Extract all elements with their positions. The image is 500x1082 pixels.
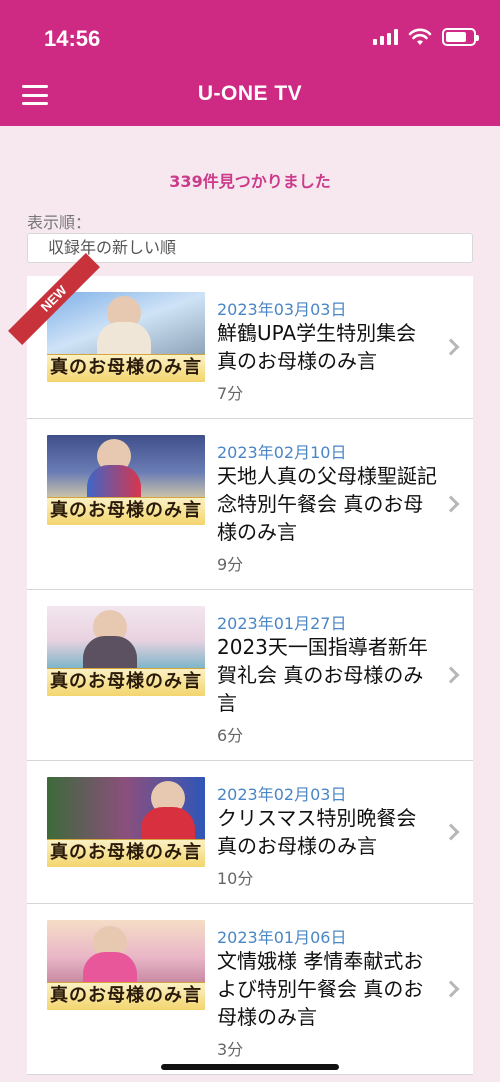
home-indicator[interactable]: [161, 1064, 339, 1070]
chevron-right-icon: [442, 823, 460, 841]
item-duration: 7分: [217, 384, 244, 403]
chevron-right-icon: [442, 495, 460, 513]
video-list: NEW 真のお母様のみ言 2023年03月03日 鮮鶴UPA学生特別集会 真のお…: [8, 253, 473, 1075]
app-title: U-ONE TV: [197, 82, 303, 105]
video-thumbnail: 真のお母様のみ言: [47, 777, 205, 867]
video-list-item[interactable]: NEW 真のお母様のみ言 2023年03月03日 鮮鶴UPA学生特別集会 真のお…: [8, 253, 473, 419]
chevron-right-icon: [442, 980, 460, 998]
item-duration: 6分: [217, 726, 244, 745]
app-header: 14:56 U-ONE TV: [0, 0, 500, 126]
item-title: 天地人真の父母様聖誕記念特別午餐会 真のお母様のみ言: [217, 464, 437, 544]
item-date: 2023年01月27日: [217, 614, 347, 633]
wifi-icon: [408, 28, 432, 45]
sort-label: 表示順：: [27, 213, 92, 232]
thumbnail-caption: 真のお母様のみ言: [47, 839, 205, 867]
thumbnail-caption: 真のお母様のみ言: [47, 668, 205, 696]
item-title: 文情娥様 孝情奉献式および特別午餐会 真のお母様のみ言: [217, 949, 424, 1029]
item-date: 2023年02月03日: [217, 785, 347, 804]
result-count: 339件見つかりました: [169, 172, 331, 191]
item-date: 2023年01月06日: [217, 928, 347, 947]
status-icons: [373, 28, 479, 46]
item-duration: 10分: [217, 869, 254, 888]
video-list-item[interactable]: 真のお母様のみ言 2023年01月27日 2023天一国指導者新年賀礼会 真のお…: [27, 590, 473, 761]
thumbnail-caption: 真のお母様のみ言: [47, 982, 205, 1010]
video-thumbnail: 真のお母様のみ言: [47, 606, 205, 696]
item-date: 2023年02月10日: [217, 443, 347, 462]
item-title: 鮮鶴UPA学生特別集会 真のお母様のみ言: [217, 321, 417, 373]
status-time: 14:56: [44, 26, 101, 51]
item-title: クリスマス特別晩餐会 真のお母様のみ言: [217, 806, 417, 858]
video-thumbnail: 真のお母様のみ言: [47, 435, 205, 525]
video-thumbnail: 真のお母様のみ言: [47, 920, 205, 1010]
sort-order-select[interactable]: 収録年の新しい順: [27, 233, 473, 263]
battery-icon: [442, 28, 479, 46]
video-list-item[interactable]: 真のお母様のみ言 2023年02月03日 クリスマス特別晩餐会 真のお母様のみ言…: [27, 761, 473, 904]
item-date: 2023年03月03日: [217, 300, 347, 319]
signal-icon: [373, 29, 398, 45]
video-list-item[interactable]: 真のお母様のみ言 2023年02月10日 天地人真の父母様聖誕記念特別午餐会 真…: [27, 419, 473, 590]
item-duration: 3分: [217, 1040, 244, 1059]
item-duration: 9分: [217, 555, 244, 574]
chevron-right-icon: [442, 338, 460, 356]
video-thumbnail: 真のお母様のみ言: [47, 292, 205, 382]
thumbnail-caption: 真のお母様のみ言: [47, 354, 205, 382]
thumbnail-caption: 真のお母様のみ言: [47, 497, 205, 525]
chevron-right-icon: [442, 666, 460, 684]
item-title: 2023天一国指導者新年賀礼会 真のお母様のみ言: [217, 635, 428, 715]
video-list-item[interactable]: 真のお母様のみ言 2023年01月06日 文情娥様 孝情奉献式および特別午餐会 …: [27, 904, 473, 1075]
